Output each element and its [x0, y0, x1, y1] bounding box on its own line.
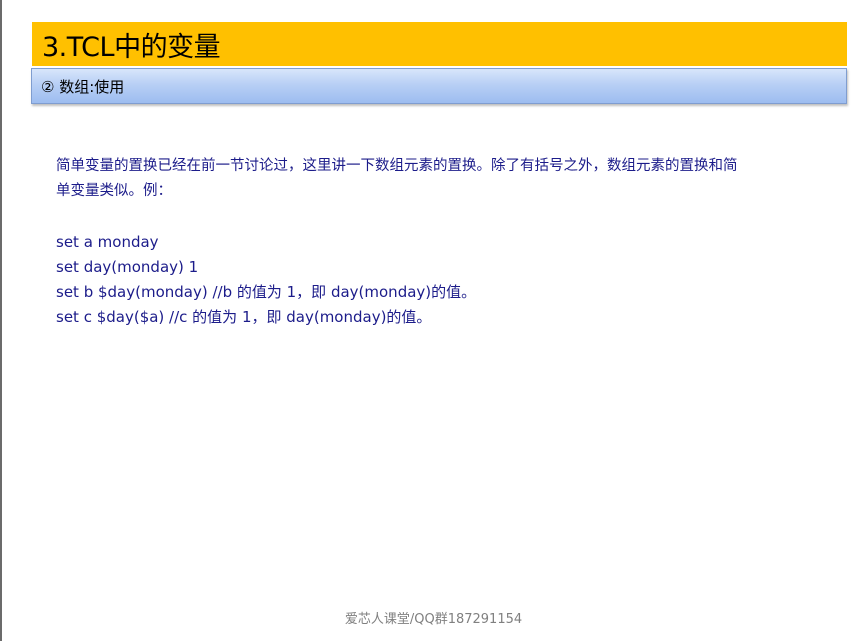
code-line: set day(monday) 1	[56, 258, 199, 276]
code-block: set a monday set day(monday) 1 set b $da…	[56, 230, 746, 330]
slide-content: 简单变量的置换已经在前一节讨论过，这里讲一下数组元素的置换。除了有括号之外，数组…	[56, 154, 746, 330]
slide-subtitle: ② 数组:使用	[41, 77, 125, 96]
slide-title: 3.TCL中的变量	[42, 31, 221, 63]
subtitle-bar: ② 数组:使用	[31, 68, 847, 104]
footer-watermark: 爱芯人课堂/QQ群187291154	[344, 612, 523, 627]
code-line: set b $day(monday) //b 的值为 1，即 day(monda…	[56, 283, 477, 301]
code-line: set c $day($a) //c 的值为 1，即 day(monday)的值…	[56, 308, 432, 326]
slide-left-border	[0, 0, 2, 641]
intro-paragraph: 简单变量的置换已经在前一节讨论过，这里讲一下数组元素的置换。除了有括号之外，数组…	[56, 158, 738, 199]
code-line: set a monday	[56, 233, 159, 251]
title-bar: 3.TCL中的变量	[32, 22, 847, 66]
